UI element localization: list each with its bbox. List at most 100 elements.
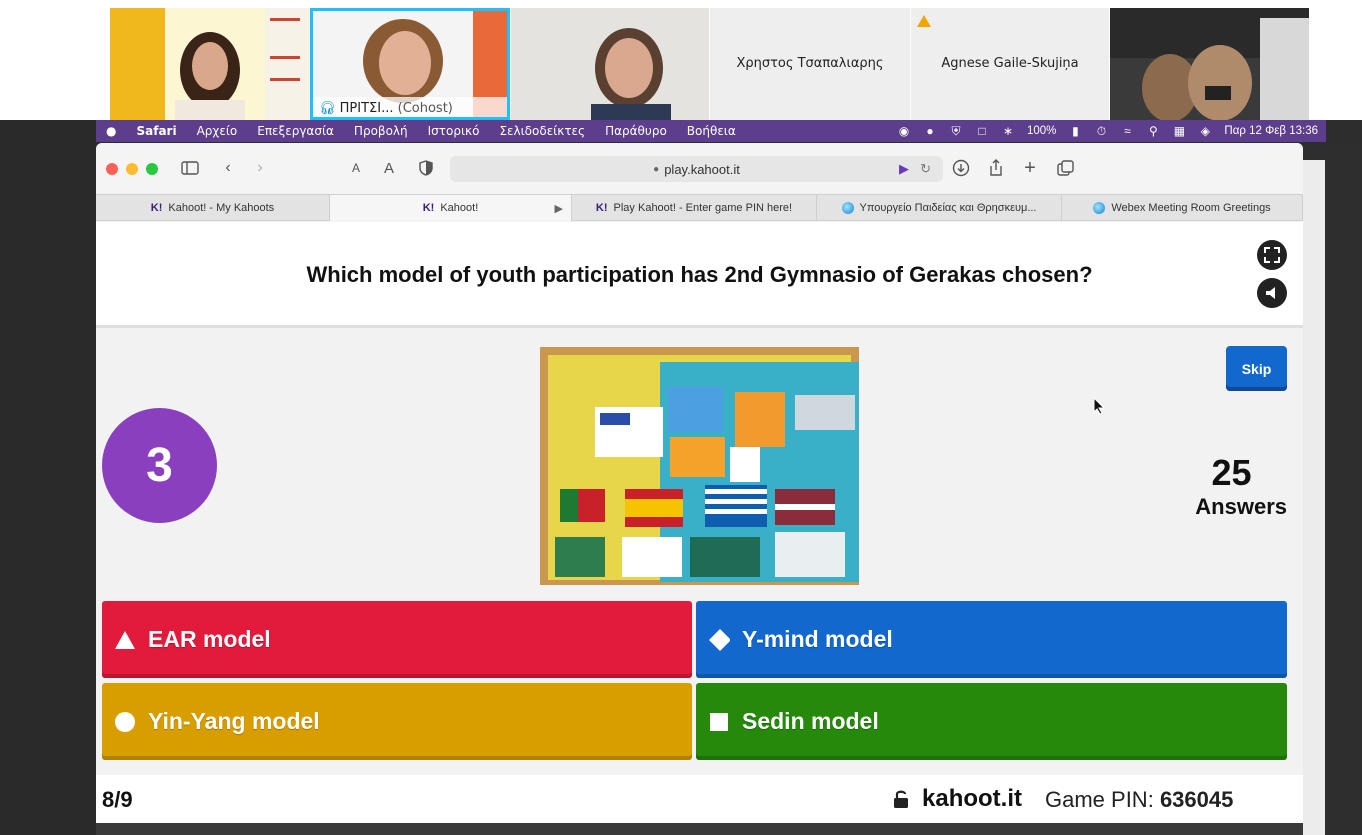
text-larger-icon[interactable]: A xyxy=(377,157,401,179)
back-icon[interactable]: ‹ xyxy=(216,157,240,179)
answer-label-red: EAR model xyxy=(148,626,271,652)
spotlight-search-icon[interactable]: ⚲ xyxy=(1146,124,1160,138)
fullscreen-button[interactable] xyxy=(1257,240,1287,270)
answer-red[interactable]: EAR model xyxy=(102,601,692,678)
sidebar-toggle-icon[interactable] xyxy=(178,157,202,179)
kahoot-icon: K! xyxy=(595,202,608,214)
participant-name-4: Χρηστος Τσαπαλιαρης xyxy=(736,56,884,71)
tab-audio-icon[interactable]: ▶ xyxy=(899,161,909,177)
square-icon xyxy=(708,711,730,733)
question-image xyxy=(540,347,859,585)
answers-label: Answers xyxy=(1195,494,1287,519)
participant-tile-1[interactable] xyxy=(110,8,310,120)
speaker-icon xyxy=(1266,287,1275,299)
circle-icon xyxy=(114,711,136,733)
tab-play-kahoot[interactable]: K! Play Kahoot! - Enter game PIN here! xyxy=(572,195,817,221)
menu-bookmarks[interactable]: Σελιδοδείκτες xyxy=(489,124,595,138)
speaker-icon[interactable]: ▶ xyxy=(555,202,563,215)
privacy-shield-icon[interactable] xyxy=(414,157,438,179)
answer-yellow[interactable]: Yin-Yang model xyxy=(102,683,692,760)
participant-video-1 xyxy=(110,8,310,120)
skip-button[interactable]: Skip xyxy=(1226,346,1287,391)
participant-name-2: 🎧︎ ΠΡΙΤΣΙ... (Cohost) xyxy=(319,101,453,116)
menu-window[interactable]: Παράθυρο xyxy=(595,124,677,138)
siri-icon[interactable]: ◈ xyxy=(1198,124,1212,138)
screen: 🎧︎ ΠΡΙΤΣΙ... (Cohost) Χρηστος Τσαπαλιαρη… xyxy=(0,0,1362,835)
answer-blue[interactable]: Y-mind model xyxy=(696,601,1287,678)
tab-overview-icon[interactable] xyxy=(1054,157,1078,179)
menu-history[interactable]: Ιστορικό xyxy=(418,124,490,138)
menu-view[interactable]: Προβολή xyxy=(344,124,418,138)
sound-button[interactable] xyxy=(1257,278,1287,308)
menubar-clock[interactable]: Παρ 12 Φεβ 13:36 xyxy=(1224,125,1318,137)
tab-webex-greetings[interactable]: Webex Meeting Room Greetings xyxy=(1062,195,1303,221)
us-flag-icon[interactable]: □ xyxy=(975,124,989,138)
desktop-bottom-edge xyxy=(96,823,1303,835)
minimize-window-button[interactable] xyxy=(126,163,138,175)
reload-icon[interactable]: ↻ xyxy=(920,161,931,177)
address-bar-url: play.kahoot.it xyxy=(664,161,740,177)
close-window-button[interactable] xyxy=(106,163,118,175)
chat-icon[interactable]: ◉ xyxy=(897,124,911,138)
share-icon[interactable] xyxy=(984,157,1008,179)
tab-ministry[interactable]: Υπουργείο Παιδείας και Θρησκευμ... xyxy=(817,195,1062,221)
webex-participant-strip: 🎧︎ ΠΡΙΤΣΙ... (Cohost) Χρηστος Τσαπαλιαρη… xyxy=(0,0,1362,120)
game-pin-label: Game PIN: xyxy=(1045,787,1154,812)
tab-kahoot-active[interactable]: K! Kahoot! ▶ xyxy=(330,195,572,221)
headset-icon: 🎧︎ xyxy=(319,101,336,116)
answer-label-green: Sedin model xyxy=(742,708,879,734)
menu-app-name[interactable]: Safari xyxy=(126,124,186,138)
address-bar[interactable]: ● play.kahoot.it ▶ ↻ xyxy=(450,156,943,182)
menu-edit[interactable]: Επεξεργασία xyxy=(247,124,344,138)
padlock-icon[interactable] xyxy=(893,789,909,814)
control-center-icon[interactable]: ▦ xyxy=(1172,124,1186,138)
menu-help[interactable]: Βοήθεια xyxy=(677,124,746,138)
safari-window: ‹ › A A ● play.kahoot.it ▶ ↻ + K! Kahoot… xyxy=(96,143,1303,823)
participant-video-3 xyxy=(511,8,709,120)
participant-tile-6[interactable] xyxy=(1110,8,1309,120)
kahoot-page: Which model of youth participation has 2… xyxy=(96,222,1303,823)
answer-label-yellow: Yin-Yang model xyxy=(148,708,320,734)
game-pin: Game PIN: 636045 xyxy=(1045,787,1233,813)
webex-icon[interactable]: ● xyxy=(923,124,937,138)
battery-icon[interactable]: ▮ xyxy=(1068,124,1082,138)
tab-bar: K! Kahoot! - My Kahoots K! Kahoot! ▶ K! … xyxy=(96,194,1303,221)
participant-video-6 xyxy=(1110,8,1309,120)
globe-icon xyxy=(841,202,854,214)
answer-label-blue: Y-mind model xyxy=(742,626,893,652)
apple-icon[interactable]: ● xyxy=(96,124,126,138)
forward-icon[interactable]: › xyxy=(248,157,272,179)
question-progress: 8/9 xyxy=(102,787,133,812)
tab-my-kahoots[interactable]: K! Kahoot! - My Kahoots xyxy=(96,195,330,221)
downloads-icon[interactable] xyxy=(949,157,973,179)
participant-tile-3[interactable] xyxy=(511,8,709,120)
answer-green[interactable]: Sedin model xyxy=(696,683,1287,760)
fullscreen-icon xyxy=(1264,247,1280,263)
zoom-window-button[interactable] xyxy=(146,163,158,175)
participant-tile-5[interactable]: Agnese Gaile-Skujiņa xyxy=(911,8,1109,120)
warning-icon xyxy=(917,14,931,27)
question-header: Which model of youth participation has 2… xyxy=(96,222,1303,328)
mac-menubar: ● Safari Αρχείο Επεξεργασία Προβολή Ιστο… xyxy=(96,120,1326,142)
lock-icon: ● xyxy=(653,163,660,175)
erasmus-board-photo xyxy=(540,347,859,585)
kahoot-url-brand: kahoot.it xyxy=(922,785,1022,812)
participant-tile-4[interactable]: Χρηστος Τσαπαλιαρης xyxy=(710,8,910,120)
shield-icon[interactable]: ⛨ xyxy=(949,124,963,138)
game-pin-value: 636045 xyxy=(1159,787,1234,812)
question-text: Which model of youth participation has 2… xyxy=(306,262,1093,287)
triangle-icon xyxy=(114,629,136,651)
text-smaller-icon[interactable]: A xyxy=(344,157,368,179)
wifi-icon[interactable]: ≈ xyxy=(1120,124,1134,138)
participant-tile-2[interactable]: 🎧︎ ΠΡΙΤΣΙ... (Cohost) xyxy=(310,8,510,120)
menu-file[interactable]: Αρχείο xyxy=(187,124,248,138)
bluetooth-icon[interactable]: ∗ xyxy=(1001,124,1015,138)
time-machine-icon[interactable]: ⏱ xyxy=(1094,124,1108,138)
desktop-margin-left xyxy=(0,120,96,835)
countdown-timer: 3 xyxy=(102,408,217,523)
safari-toolbar: ‹ › A A ● play.kahoot.it ▶ ↻ + xyxy=(96,143,1303,193)
kahoot-icon: K! xyxy=(150,202,163,214)
diamond-icon xyxy=(708,628,730,651)
kahoot-icon: K! xyxy=(422,202,435,214)
new-tab-icon[interactable]: + xyxy=(1018,157,1042,179)
